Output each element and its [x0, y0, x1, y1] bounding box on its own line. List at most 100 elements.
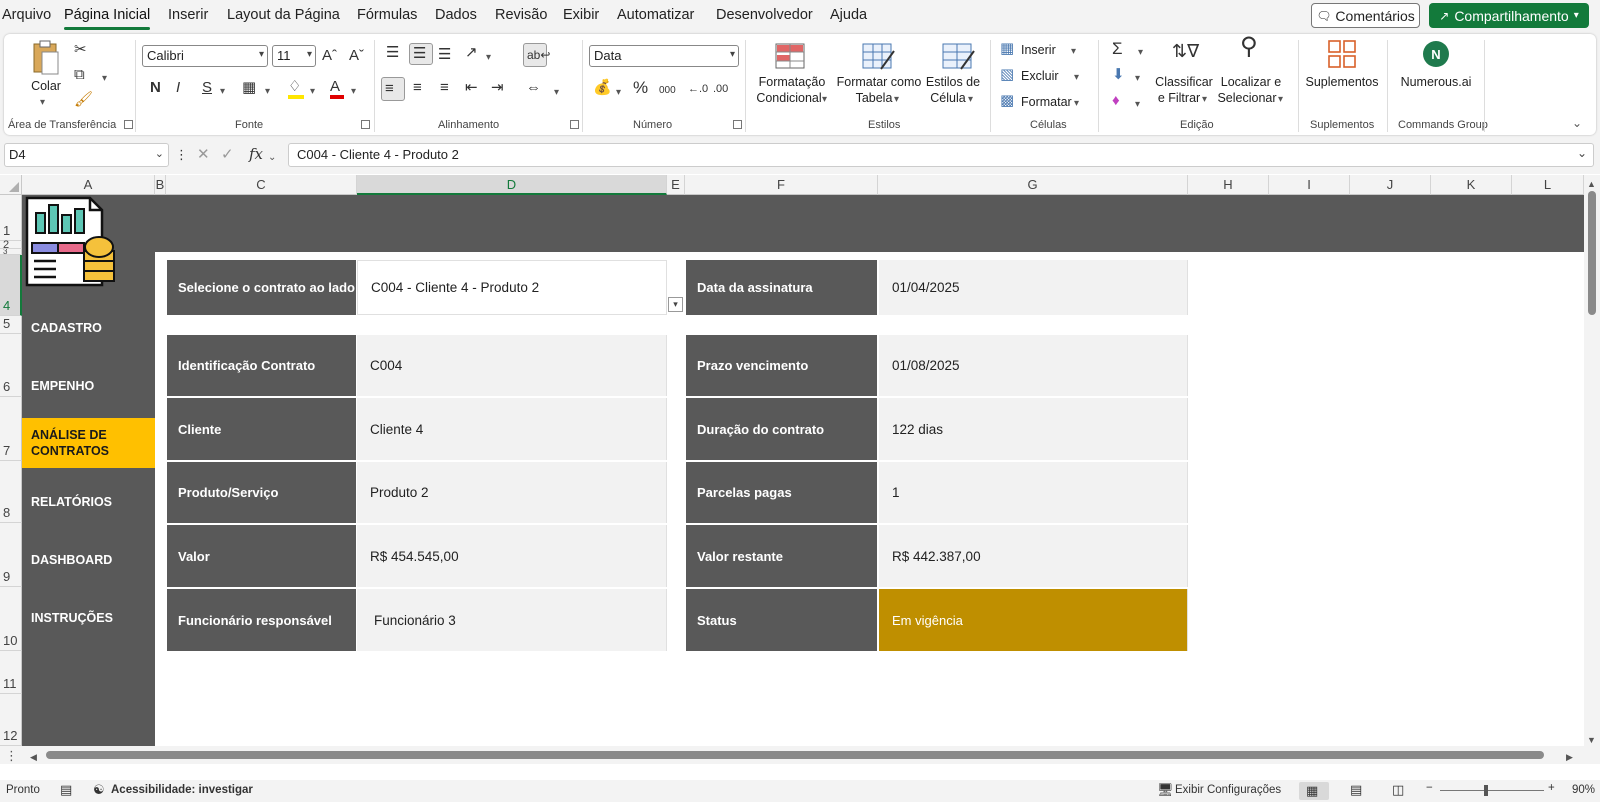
- column-header-g[interactable]: G: [878, 175, 1188, 195]
- align-bottom-icon[interactable]: ☰: [438, 46, 451, 64]
- numerous-ai-icon[interactable]: N: [1422, 40, 1450, 73]
- align-center-icon[interactable]: ≡: [413, 79, 422, 97]
- row-header-2[interactable]: 2: [0, 239, 22, 251]
- display-settings-icon[interactable]: 🖥: [1157, 782, 1174, 798]
- merge-center-icon[interactable]: ⇔: [526, 79, 541, 97]
- chevron-down-icon[interactable]: ▾: [1278, 91, 1283, 109]
- column-header-j[interactable]: J: [1350, 175, 1431, 195]
- horizontal-scroll-thumb[interactable]: [46, 751, 1544, 759]
- delete-cells-label[interactable]: Excluir: [1021, 68, 1059, 84]
- wrap-text-button[interactable]: ab↩: [523, 43, 550, 67]
- find-select-line2[interactable]: Selecionar: [1214, 90, 1280, 106]
- column-header-f[interactable]: F: [685, 175, 878, 195]
- tab-formulas[interactable]: Fórmulas: [357, 7, 417, 23]
- vertical-scroll-thumb[interactable]: [1588, 191, 1596, 315]
- column-header-i[interactable]: I: [1269, 175, 1350, 195]
- name-box[interactable]: D4 ⌄: [4, 143, 169, 167]
- row-header-12[interactable]: 12: [0, 694, 22, 746]
- column-header-a[interactable]: A: [22, 175, 155, 195]
- tab-dados[interactable]: Dados: [435, 7, 477, 23]
- zoom-out-icon[interactable]: −: [1426, 782, 1433, 794]
- chevron-down-icon[interactable]: ▾: [822, 91, 827, 109]
- chevron-down-icon[interactable]: ▾: [968, 91, 973, 109]
- chevron-down-icon[interactable]: ▾: [1074, 69, 1079, 87]
- horizontal-scrollbar[interactable]: ⋮ ◀ ▶: [0, 746, 1600, 764]
- borders-icon[interactable]: ▦: [242, 79, 256, 97]
- row-header-5[interactable]: 5: [0, 316, 22, 334]
- chevron-down-icon[interactable]: ▾: [554, 84, 559, 102]
- italic-button[interactable]: I: [176, 79, 180, 97]
- format-as-table-line2[interactable]: Tabela: [854, 90, 894, 106]
- insert-cells-icon[interactable]: ▦: [1000, 40, 1014, 58]
- more-options-icon[interactable]: ⋮: [175, 146, 188, 164]
- autosum-icon[interactable]: Σ: [1112, 40, 1123, 58]
- tab-desenvolvedor[interactable]: Desenvolvedor: [716, 7, 813, 23]
- paste-dropdown-icon[interactable]: ▾: [40, 94, 45, 112]
- font-family-select[interactable]: Calibri ▾: [142, 45, 268, 67]
- chevron-down-icon[interactable]: ▾: [1138, 44, 1143, 62]
- tab-pagina-inicial[interactable]: Página Inicial: [64, 7, 150, 23]
- row-header-4[interactable]: 4: [0, 255, 22, 316]
- sidebar-item-empenho[interactable]: EMPENHO: [22, 370, 155, 402]
- tab-revisao[interactable]: Revisão: [495, 7, 547, 23]
- increase-indent-icon[interactable]: ⇥: [491, 79, 504, 97]
- tab-inserir[interactable]: Inserir: [168, 7, 208, 23]
- format-as-table-icon[interactable]: [861, 41, 895, 76]
- zoom-in-icon[interactable]: +: [1548, 782, 1555, 794]
- format-cells-label[interactable]: Formatar: [1021, 94, 1072, 110]
- sidebar-item-dashboard[interactable]: DASHBOARD: [22, 544, 155, 576]
- font-color-icon[interactable]: A: [330, 78, 344, 99]
- align-left-button[interactable]: ≡: [381, 77, 405, 101]
- share-button[interactable]: ↗ Compartilhamento ▾: [1429, 3, 1589, 28]
- row-header-8[interactable]: 8: [0, 461, 22, 523]
- sidebar-item-relatorios[interactable]: RELATÓRIOS: [22, 486, 155, 518]
- row-header-6[interactable]: 6: [0, 334, 22, 397]
- scroll-left-icon[interactable]: ◀: [30, 748, 37, 766]
- row-header-1[interactable]: 1: [0, 195, 22, 241]
- page-break-view-icon[interactable]: ◫: [1392, 782, 1404, 798]
- find-select-icon[interactable]: ⚲: [1240, 35, 1258, 59]
- normal-view-button[interactable]: ▦: [1299, 782, 1329, 800]
- clear-icon[interactable]: ♦: [1112, 92, 1120, 110]
- numerous-ai-label[interactable]: Numerous.ai: [1396, 74, 1476, 90]
- row-header-11[interactable]: 11: [0, 651, 22, 694]
- delete-cells-icon[interactable]: ▧: [1000, 66, 1014, 84]
- sidebar-item-cadastro[interactable]: CADASTRO: [22, 312, 155, 344]
- currency-icon[interactable]: 💰: [593, 79, 612, 97]
- sidebar-item-analise-de-contratos[interactable]: ANÁLISE DE CONTRATOS: [22, 418, 155, 468]
- bold-button[interactable]: N: [150, 79, 161, 97]
- conditional-formatting-icon[interactable]: [774, 41, 806, 76]
- chevron-down-icon[interactable]: ⌄: [268, 149, 276, 167]
- column-header-h[interactable]: H: [1188, 175, 1269, 195]
- number-launcher-icon[interactable]: [733, 120, 742, 129]
- conditional-formatting-line1[interactable]: Formatação: [754, 74, 830, 90]
- row-header-7[interactable]: 7: [0, 397, 22, 461]
- find-select-line1[interactable]: Localizar e: [1218, 74, 1284, 90]
- fill-color-icon[interactable]: ♢: [288, 78, 304, 99]
- tab-exibir[interactable]: Exibir: [563, 7, 599, 23]
- macro-recording-icon[interactable]: ▤: [60, 782, 72, 798]
- conditional-formatting-line2[interactable]: Condicional: [754, 90, 824, 106]
- comments-button[interactable]: 🗨 Comentários: [1311, 3, 1420, 28]
- decrease-font-icon[interactable]: Aˇ: [349, 47, 364, 65]
- sort-filter-line1[interactable]: Classificar: [1154, 74, 1214, 90]
- tab-arquivo[interactable]: Arquivo: [2, 7, 51, 23]
- chevron-down-icon[interactable]: ▾: [1135, 96, 1140, 114]
- chevron-down-icon[interactable]: ▾: [616, 84, 621, 102]
- chevron-down-icon[interactable]: ▾: [1071, 43, 1076, 61]
- chevron-down-icon[interactable]: ▾: [265, 83, 270, 101]
- tab-ajuda[interactable]: Ajuda: [830, 7, 867, 23]
- strikethrough-button[interactable]: S: [202, 79, 212, 97]
- font-launcher-icon[interactable]: [361, 120, 370, 129]
- cell-styles-line2[interactable]: Célula: [926, 90, 970, 106]
- thousands-icon[interactable]: 000: [659, 82, 676, 100]
- formula-input[interactable]: C004 - Cliente 4 - Produto 2 ⌄: [288, 143, 1594, 167]
- format-painter-icon[interactable]: 🖌: [74, 91, 93, 109]
- sheet-options-icon[interactable]: ⋮: [5, 747, 18, 765]
- chevron-down-icon[interactable]: ▾: [220, 83, 225, 101]
- font-size-select[interactable]: 11 ▾: [272, 45, 316, 67]
- chevron-down-icon[interactable]: ▾: [1202, 91, 1207, 109]
- cell-styles-line1[interactable]: Estilos de: [922, 74, 984, 90]
- chevron-down-icon[interactable]: ▾: [1135, 70, 1140, 88]
- copy-icon[interactable]: ⧉: [74, 66, 85, 84]
